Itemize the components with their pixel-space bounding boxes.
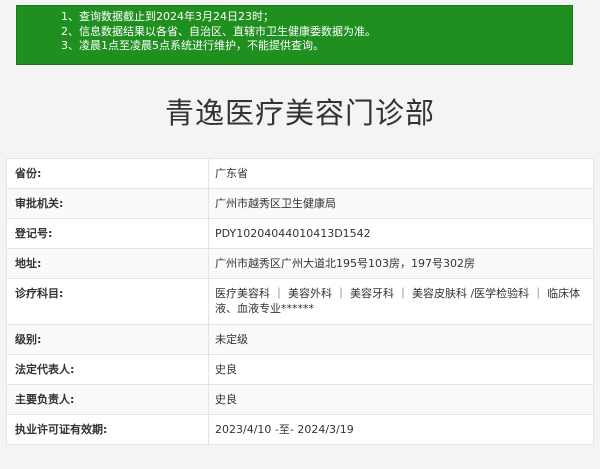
label-legal-representative: 法定代表人: — [6, 354, 209, 385]
notice-banner: 1、查询数据截止到2024年3月24日23时； 2、信息数据结果以各省、自治区、… — [16, 5, 573, 65]
detail-row-departments: 诊疗科目: 医疗美容科 ｜ 美容外科 ｜ 美容牙科 ｜ 美容皮肤科 /医学检验科… — [6, 278, 594, 325]
notice-line-3: 3、凌晨1点至凌晨5点系统进行维护，不能提供查询。 — [61, 39, 324, 52]
value-license-validity: 2023/4/10 -至- 2024/3/19 — [208, 414, 594, 445]
label-province: 省份: — [6, 158, 209, 189]
page-title: 青逸医疗美容门诊部 — [164, 96, 435, 130]
notice-line-1: 1、查询数据截止到2024年3月24日23时； — [61, 10, 274, 23]
label-address: 地址: — [6, 248, 209, 279]
details-table: 省份: 广东省 审批机关: 广州市越秀区卫生健康局 登记号: PDY102040… — [6, 158, 594, 445]
value-level: 未定级 — [208, 324, 594, 355]
value-approver: 广州市越秀区卫生健康局 — [208, 188, 594, 219]
detail-row-address: 地址: 广州市越秀区广州大道北195号103房，197号302房 — [6, 248, 594, 279]
value-province: 广东省 — [208, 158, 594, 189]
label-principal: 主要负责人: — [6, 384, 209, 415]
value-principal: 史良 — [208, 384, 594, 415]
notice-line-2: 2、信息数据结果以各省、自治区、直辖市卫生健康委数据为准。 — [61, 24, 376, 38]
label-license-validity: 执业许可证有效期: — [6, 414, 209, 445]
label-departments: 诊疗科目: — [6, 278, 209, 325]
value-departments: 医疗美容科 ｜ 美容外科 ｜ 美容牙科 ｜ 美容皮肤科 /医学检验科 ｜ 临床体… — [208, 278, 594, 325]
detail-row-license-validity: 执业许可证有效期: 2023/4/10 -至- 2024/3/19 — [6, 414, 594, 445]
value-legal-representative: 史良 — [208, 354, 594, 385]
detail-row-registration: 登记号: PDY10204044010413D1542 — [6, 218, 594, 249]
label-level: 级别: — [6, 324, 209, 355]
detail-row-level: 级别: 未定级 — [6, 324, 594, 355]
label-approver: 审批机关: — [6, 188, 209, 219]
detail-row-principal: 主要负责人: 史良 — [6, 384, 594, 415]
detail-row-approver: 审批机关: 广州市越秀区卫生健康局 — [6, 188, 594, 219]
label-registration: 登记号: — [6, 218, 209, 249]
detail-row-legal-representative: 法定代表人: 史良 — [6, 354, 594, 385]
details-table-container: 省份: 广东省 审批机关: 广州市越秀区卫生健康局 登记号: PDY102040… — [6, 158, 594, 445]
detail-row-province: 省份: 广东省 — [6, 158, 594, 189]
value-registration: PDY10204044010413D1542 — [208, 218, 594, 249]
value-address: 广州市越秀区广州大道北195号103房，197号302房 — [208, 248, 594, 279]
